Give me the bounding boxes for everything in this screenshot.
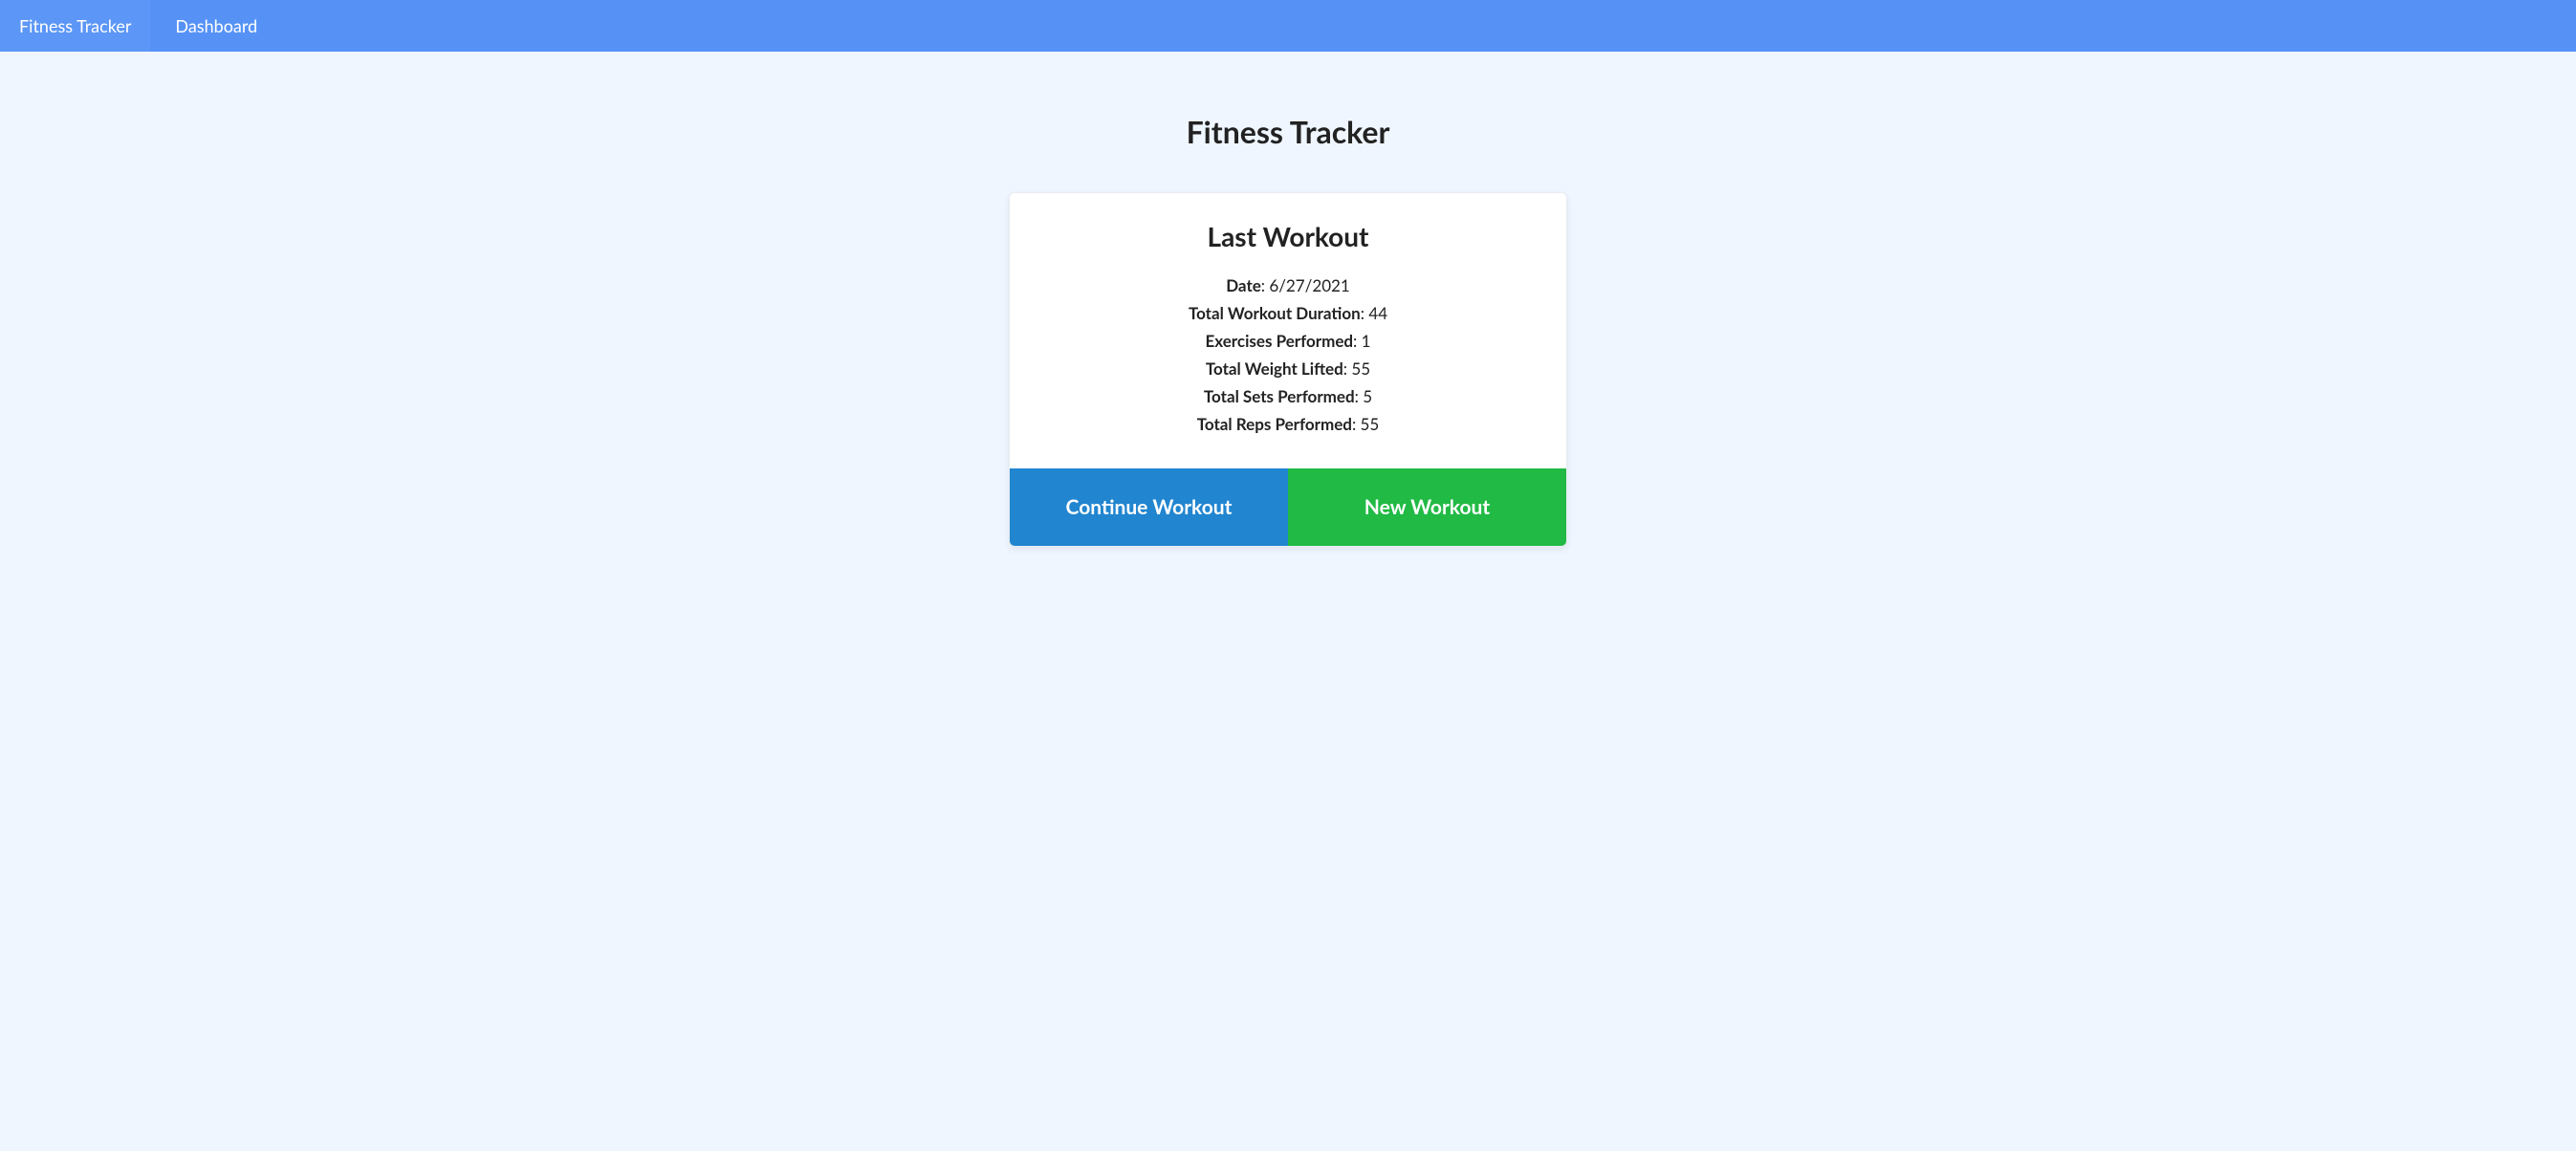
stat-duration-label: Total Workout Duration [1189,303,1361,323]
stat-separator: : [1355,386,1364,406]
stat-exercises-value: 1 [1362,331,1371,351]
stat-weight: Total Weight Lifted: 55 [1033,358,1543,379]
nav-brand[interactable]: Fitness Tracker [0,0,150,52]
stat-date-value: 6/27/2021 [1269,275,1349,295]
stat-exercises-label: Exercises Performed [1205,331,1353,351]
stat-weight-label: Total Weight Lifted [1206,358,1343,379]
stat-date: Date: 6/27/2021 [1033,275,1543,295]
nav-item-dashboard[interactable]: Dashboard [158,0,274,52]
new-workout-button[interactable]: New Workout [1288,468,1566,546]
stat-date-label: Date [1226,275,1261,295]
card-body: Last Workout Date: 6/27/2021 Total Worko… [1010,193,1566,468]
stat-reps-label: Total Reps Performed [1197,414,1352,434]
continue-workout-button[interactable]: Continue Workout [1010,468,1288,546]
stat-duration-value: 44 [1368,303,1387,323]
stat-sets-value: 5 [1363,386,1372,406]
stat-reps: Total Reps Performed: 55 [1033,414,1543,434]
stat-exercises: Exercises Performed: 1 [1033,331,1543,351]
main-container: Fitness Tracker Last Workout Date: 6/27/… [0,52,2576,547]
stat-duration: Total Workout Duration: 44 [1033,303,1543,323]
stat-sets-label: Total Sets Performed [1204,386,1355,406]
card-title: Last Workout [1033,220,1543,252]
stat-separator: : [1353,331,1362,351]
stat-weight-value: 55 [1351,358,1370,379]
stat-sets: Total Sets Performed: 5 [1033,386,1543,406]
stat-reps-value: 55 [1361,414,1380,434]
page-title: Fitness Tracker [1187,113,1390,150]
last-workout-card: Last Workout Date: 6/27/2021 Total Worko… [1009,192,1567,547]
stat-separator: : [1352,414,1361,434]
button-row: Continue Workout New Workout [1010,468,1566,546]
navbar: Fitness Tracker Dashboard [0,0,2576,52]
